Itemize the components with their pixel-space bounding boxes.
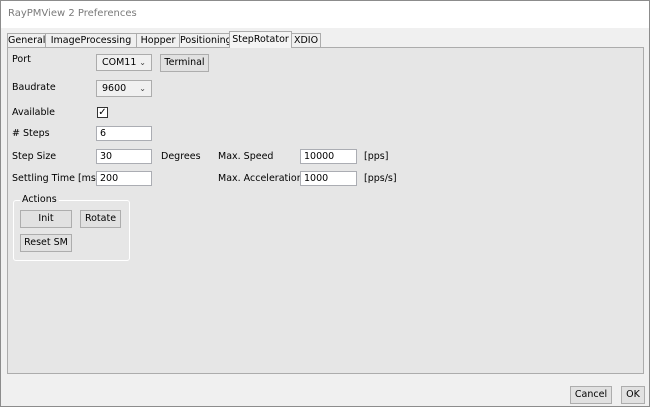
step-size-input[interactable] <box>96 149 152 164</box>
chevron-down-icon: ⌄ <box>139 84 146 93</box>
port-select[interactable]: COM11 ⌄ <box>96 54 152 71</box>
tab-hopper[interactable]: Hopper <box>136 33 180 48</box>
actions-group: Actions Init Rotate Reset SM <box>13 194 130 261</box>
tab-imageprocessing[interactable]: ImageProcessing <box>45 33 137 48</box>
max-acceleration-input[interactable] <box>300 171 357 186</box>
port-value: COM11 <box>102 57 137 68</box>
baudrate-select[interactable]: 9600 ⌄ <box>96 80 152 97</box>
max-speed-unit: [pps] <box>364 151 389 162</box>
max-acceleration-label: Max. Acceleration <box>218 173 303 184</box>
available-label: Available <box>12 107 56 118</box>
ok-button[interactable]: OK <box>621 386 645 404</box>
port-label: Port <box>12 54 31 65</box>
step-size-unit: Degrees <box>161 151 201 162</box>
window-title: RayPMView 2 Preferences <box>8 8 137 19</box>
title-bar[interactable]: RayPMView 2 Preferences <box>1 1 649 28</box>
tab-steprotator[interactable]: StepRotator <box>229 31 292 48</box>
rotate-button[interactable]: Rotate <box>80 210 121 228</box>
terminal-button[interactable]: Terminal <box>160 54 209 72</box>
available-checkbox[interactable]: ✓ <box>97 107 108 118</box>
steprotator-panel: Port COM11 ⌄ Terminal Baudrate 9600 ⌄ Av… <box>7 47 644 374</box>
baudrate-label: Baudrate <box>12 82 56 93</box>
chevron-down-icon: ⌄ <box>139 58 146 67</box>
max-acceleration-unit: [pps/s] <box>364 173 397 184</box>
tab-positioning[interactable]: Positioning <box>179 33 232 48</box>
tab-general[interactable]: General <box>7 33 46 48</box>
init-button[interactable]: Init <box>20 210 72 228</box>
step-size-label: Step Size <box>12 151 57 162</box>
preferences-window: RayPMView 2 Preferences General ImagePro… <box>0 0 650 407</box>
checkmark-icon: ✓ <box>98 107 107 118</box>
settling-time-label: Settling Time [ms] <box>12 173 100 184</box>
actions-group-title: Actions <box>20 194 59 205</box>
steps-label: # Steps <box>12 128 50 139</box>
max-speed-input[interactable] <box>300 149 357 164</box>
settling-time-input[interactable] <box>96 171 152 186</box>
cancel-button[interactable]: Cancel <box>570 386 612 404</box>
baudrate-value: 9600 <box>102 83 127 94</box>
reset-sm-button[interactable]: Reset SM <box>20 234 72 252</box>
tab-xdio[interactable]: XDIO <box>291 33 321 48</box>
max-speed-label: Max. Speed <box>218 151 274 162</box>
steps-input[interactable] <box>96 126 152 141</box>
